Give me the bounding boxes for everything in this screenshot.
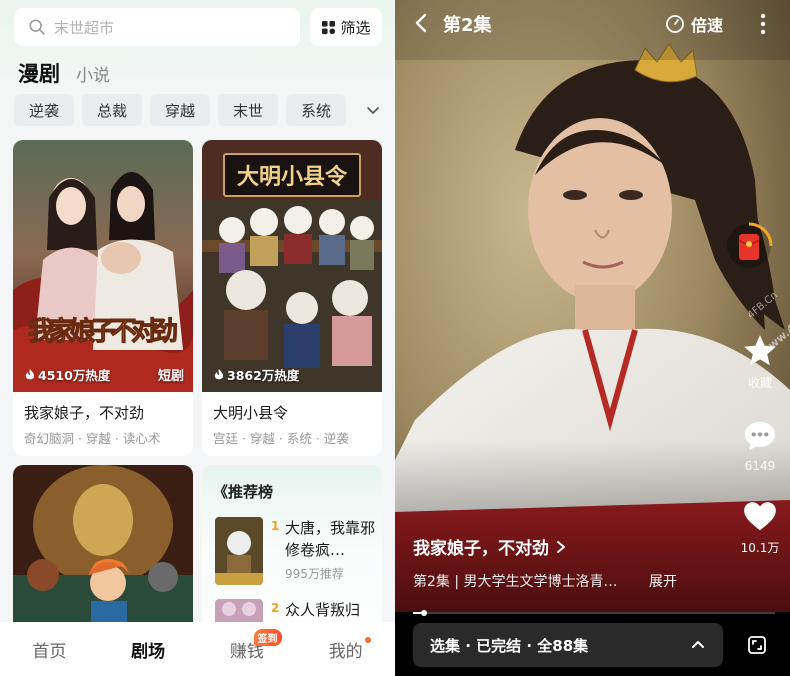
drama-card[interactable] <box>13 465 193 635</box>
heat-count: 4510万热度 <box>25 365 110 384</box>
poster-art: 大明小县令 <box>202 140 382 392</box>
ranking-name: 大唐，我靠邪修卷疯… <box>285 519 376 559</box>
speed-label: 倍速 <box>691 16 724 35</box>
drama-card[interactable]: 大明小县令 3862万热度 大明小县令 宫廷 · 穿越 · 系统 · 逆袭 <box>202 140 382 456</box>
chevron-down-icon[interactable] <box>364 101 382 119</box>
speed-icon <box>666 15 684 33</box>
notification-dot <box>365 637 371 643</box>
episode-selector[interactable]: 选集 · 已完结 · 全88集 <box>413 623 723 667</box>
grid-icon <box>322 20 336 34</box>
back-icon[interactable] <box>413 12 429 34</box>
comment-button[interactable]: 6149 <box>730 417 790 473</box>
nav-label: 剧场 <box>131 641 166 662</box>
nav-label: 首页 <box>32 641 67 662</box>
video-description: 第2集 | 男大学生文学博士洛青… <box>413 574 618 590</box>
heat-count: 3862万热度 <box>214 365 299 384</box>
poster-calligraphy: 我家娘子不对劲 <box>28 316 178 347</box>
more-icon[interactable] <box>759 12 767 36</box>
search-input[interactable]: 末世超市 <box>14 8 300 46</box>
category-tabs: 漫剧 小说 <box>18 58 110 88</box>
nav-home[interactable]: 首页 <box>0 622 99 676</box>
genre-tags: 逆袭 总裁 穿越 末世 系统 <box>14 94 354 126</box>
ranking-item[interactable]: 1 大唐，我靠邪修卷疯… 995万推荐 <box>215 517 375 587</box>
progress-bar[interactable] <box>413 610 775 616</box>
episode-title: 第2集 <box>443 15 492 36</box>
progress-knob[interactable] <box>420 610 427 616</box>
heat-text: 4510万热度 <box>38 368 111 383</box>
ranking-card: 《推荐榜 1 大唐，我靠邪修卷疯… 995万推荐 2 众人背叛归 <box>202 465 382 635</box>
poster-image: 我家娘子不对劲 4510万热度 短剧 <box>13 140 193 392</box>
fullscreen-icon[interactable] <box>747 635 767 655</box>
video-title[interactable]: 我家娘子，不对劲 <box>413 534 567 559</box>
ranking-title: 《推荐榜 <box>213 483 274 501</box>
type-badge: 短剧 <box>157 369 184 384</box>
like-button[interactable]: 10.1万 <box>730 497 790 556</box>
poster-art <box>13 465 193 635</box>
favorite-label: 收藏 <box>747 376 772 390</box>
filter-label: 筛选 <box>340 18 371 37</box>
search-placeholder: 末世超市 <box>54 18 115 37</box>
card-title: 我家娘子，不对劲 <box>24 404 145 422</box>
tag-item[interactable]: 逆袭 <box>14 94 74 126</box>
card-subtitle: 宫廷 · 穿越 · 系统 · 逆袭 <box>213 431 349 446</box>
chevron-right-icon <box>557 540 565 553</box>
tag-item[interactable]: 穿越 <box>150 94 210 126</box>
bottom-nav: 首页 剧场 赚钱 签到 我的 <box>0 622 395 676</box>
comment-icon <box>744 421 776 451</box>
heart-icon <box>744 502 776 531</box>
card-subtitle: 奇幻脑洞 · 穿越 · 读心术 <box>24 431 161 446</box>
tag-item[interactable]: 总裁 <box>82 94 142 126</box>
episode-selector-label: 选集 · 已完结 · 全88集 <box>430 636 589 655</box>
search-icon <box>29 19 45 35</box>
red-envelope-icon[interactable] <box>725 222 773 270</box>
tab-novel[interactable]: 小说 <box>76 61 110 86</box>
nav-profile[interactable]: 我的 <box>296 622 395 676</box>
ranking-thumbnail <box>215 517 263 585</box>
speed-button[interactable]: 倍速 <box>665 12 723 36</box>
comment-count: 6149 <box>744 459 776 473</box>
filter-button[interactable]: 筛选 <box>310 8 382 46</box>
video-title-text: 我家娘子，不对劲 <box>413 539 549 559</box>
ranking-meta: 995万推荐 <box>285 567 344 581</box>
drama-library-screen: 末世超市 筛选 漫剧 小说 逆袭 总裁 穿越 末世 系统 我家娘子不对劲 451… <box>0 0 395 676</box>
ranking-name: 众人背叛归 <box>285 601 361 619</box>
checkin-badge: 签到 <box>253 629 282 646</box>
tag-item[interactable]: 末世 <box>218 94 278 126</box>
fire-icon <box>214 368 224 379</box>
rank-number: 2 <box>271 601 280 615</box>
chevron-up-icon <box>692 641 704 648</box>
fire-icon <box>25 368 35 379</box>
poster-image: 大明小县令 3862万热度 <box>202 140 382 392</box>
poster-sign: 大明小县令 <box>237 164 348 190</box>
nav-label: 我的 <box>328 641 363 662</box>
nav-earn[interactable]: 赚钱 签到 <box>198 622 297 676</box>
heat-text: 3862万热度 <box>227 368 300 383</box>
expand-button[interactable]: 展开 <box>649 571 677 591</box>
poster-art: 我家娘子不对劲 <box>13 140 193 392</box>
nav-theater[interactable]: 剧场 <box>99 622 198 676</box>
tag-item[interactable]: 系统 <box>286 94 346 126</box>
like-count: 10.1万 <box>740 541 780 555</box>
player-topbar: 第2集 倍速 <box>395 0 790 48</box>
card-title: 大明小县令 <box>213 404 289 422</box>
tab-manju[interactable]: 漫剧 <box>18 58 60 88</box>
rank-number: 1 <box>271 519 280 533</box>
drama-card[interactable]: 我家娘子不对劲 4510万热度 短剧 我家娘子，不对劲 奇幻脑洞 · 穿越 · … <box>13 140 193 456</box>
video-player-screen: 第2集 倍速 收藏 6149 10.1万 4FB.Cn 我家娘子，不对劲 第2集… <box>395 0 790 676</box>
